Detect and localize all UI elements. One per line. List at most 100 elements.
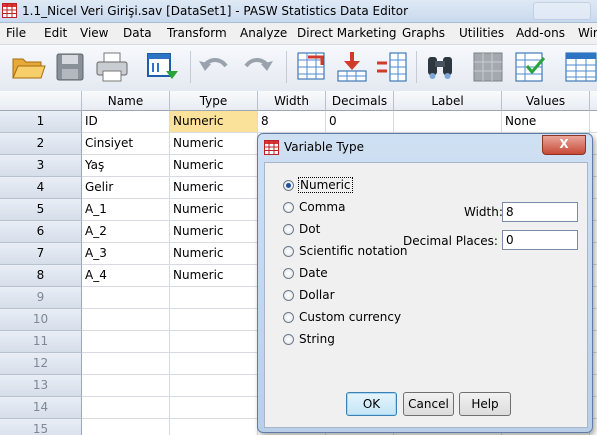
decimal-places-field[interactable]: 0 [502, 230, 578, 250]
radio-button-icon[interactable] [283, 334, 294, 345]
radio-label[interactable]: Numeric [298, 177, 353, 193]
cell-width[interactable]: 8 [258, 111, 326, 133]
radio-label[interactable]: String [299, 332, 335, 346]
column-header-type[interactable]: Type [170, 91, 258, 111]
cell-type[interactable] [170, 309, 258, 331]
cancel-button[interactable]: Cancel [403, 392, 454, 416]
radio-label[interactable]: Custom currency [299, 310, 401, 324]
radio-label[interactable]: Date [299, 266, 328, 280]
cell-type[interactable]: Numeric [170, 221, 258, 243]
row-header[interactable]: 9 [0, 287, 82, 309]
radio-button-icon[interactable] [283, 312, 294, 323]
column-header-decimals[interactable]: Decimals [326, 91, 394, 111]
row-header[interactable]: 7 [0, 243, 82, 265]
cell-name[interactable]: A_3 [82, 243, 170, 265]
row-header[interactable]: 4 [0, 177, 82, 199]
row-header[interactable]: 13 [0, 375, 82, 397]
cell-type[interactable]: Numeric [170, 133, 258, 155]
cell-name[interactable]: Gelir [82, 177, 170, 199]
radio-button-icon[interactable] [283, 224, 294, 235]
menu-view[interactable]: View [80, 26, 108, 40]
column-header-values[interactable]: Values [502, 91, 590, 111]
radio-button-icon[interactable] [283, 290, 294, 301]
row-header[interactable]: 10 [0, 309, 82, 331]
radio-label[interactable]: Dollar [299, 288, 335, 302]
cell-name[interactable]: Yaş [82, 155, 170, 177]
cell-type[interactable] [170, 419, 258, 435]
close-button[interactable]: X [542, 135, 586, 155]
cell-type[interactable] [170, 331, 258, 353]
select-cases-icon[interactable] [512, 49, 548, 85]
variables-icon[interactable] [374, 49, 410, 85]
help-button[interactable]: Help [459, 392, 511, 416]
cell-name[interactable]: Cinsiyet [82, 133, 170, 155]
menu-utilities[interactable]: Utilities [459, 26, 504, 40]
cell-type[interactable] [170, 397, 258, 419]
column-header-width[interactable]: Width [258, 91, 326, 111]
row-header[interactable]: 12 [0, 353, 82, 375]
cell-type[interactable]: Numeric [170, 111, 258, 133]
cell-name[interactable] [82, 353, 170, 375]
menu-edit[interactable]: Edit [44, 26, 67, 40]
radio-label[interactable]: Comma [299, 200, 345, 214]
cell-type[interactable]: Numeric [170, 265, 258, 287]
menu-data[interactable]: Data [123, 26, 152, 40]
cell-type[interactable]: Numeric [170, 199, 258, 221]
redo-icon[interactable] [240, 49, 276, 85]
goto-case-icon[interactable] [294, 49, 330, 85]
radio-label[interactable]: Scientific notation [299, 244, 408, 258]
dialog-recall-icon[interactable] [144, 49, 180, 85]
cell-name[interactable] [82, 287, 170, 309]
cell-type[interactable]: Numeric [170, 243, 258, 265]
split-file-icon[interactable] [470, 49, 506, 85]
find-icon[interactable] [422, 49, 458, 85]
cell-name[interactable]: ID [82, 111, 170, 133]
cell-type[interactable]: Numeric [170, 155, 258, 177]
cell-name[interactable] [82, 419, 170, 435]
row-header[interactable]: 11 [0, 331, 82, 353]
cell-type[interactable] [170, 287, 258, 309]
column-header-label[interactable]: Label [394, 91, 502, 111]
print-icon[interactable] [94, 49, 130, 85]
menu-graphs[interactable]: Graphs [402, 26, 445, 40]
menu-file[interactable]: File [6, 26, 26, 40]
row-header[interactable]: 1 [0, 111, 82, 133]
row-header[interactable]: 14 [0, 397, 82, 419]
cell-name[interactable] [82, 375, 170, 397]
menu-analyze[interactable]: Analyze [240, 26, 287, 40]
cell-name[interactable] [82, 331, 170, 353]
undo-icon[interactable] [196, 49, 232, 85]
menu-add-ons[interactable]: Add-ons [516, 26, 565, 40]
row-header[interactable]: 6 [0, 221, 82, 243]
row-header[interactable]: 8 [0, 265, 82, 287]
radio-button-icon[interactable] [283, 246, 294, 257]
column-header-missing[interactable] [590, 91, 597, 111]
save-icon[interactable] [52, 49, 88, 85]
cell-type[interactable]: Numeric [170, 177, 258, 199]
ok-button[interactable]: OK [346, 392, 397, 416]
cell-name[interactable]: A_2 [82, 221, 170, 243]
value-labels-icon[interactable] [562, 49, 597, 85]
cell-name[interactable] [82, 309, 170, 331]
cell-name[interactable]: A_4 [82, 265, 170, 287]
row-header[interactable]: 5 [0, 199, 82, 221]
cell-label[interactable] [394, 111, 502, 133]
cell-missing[interactable] [590, 111, 597, 133]
row-header[interactable]: 3 [0, 155, 82, 177]
menu-window[interactable]: Win [578, 26, 597, 40]
cell-name[interactable] [82, 397, 170, 419]
row-header[interactable]: 15 [0, 419, 82, 435]
cell-type[interactable] [170, 353, 258, 375]
radio-label[interactable]: Dot [299, 222, 320, 236]
menu-transform[interactable]: Transform [167, 26, 227, 40]
menu-direct-marketing[interactable]: Direct Marketing [297, 26, 397, 40]
radio-button-icon[interactable] [283, 268, 294, 279]
open-icon[interactable] [10, 49, 46, 85]
cell-name[interactable]: A_1 [82, 199, 170, 221]
radio-button-icon[interactable] [283, 202, 294, 213]
width-field[interactable]: 8 [502, 202, 578, 222]
cell-values[interactable]: None [502, 111, 590, 133]
insert-cases-icon[interactable] [334, 49, 370, 85]
cell-decimals[interactable]: 0 [326, 111, 394, 133]
column-header-name[interactable]: Name [82, 91, 170, 111]
